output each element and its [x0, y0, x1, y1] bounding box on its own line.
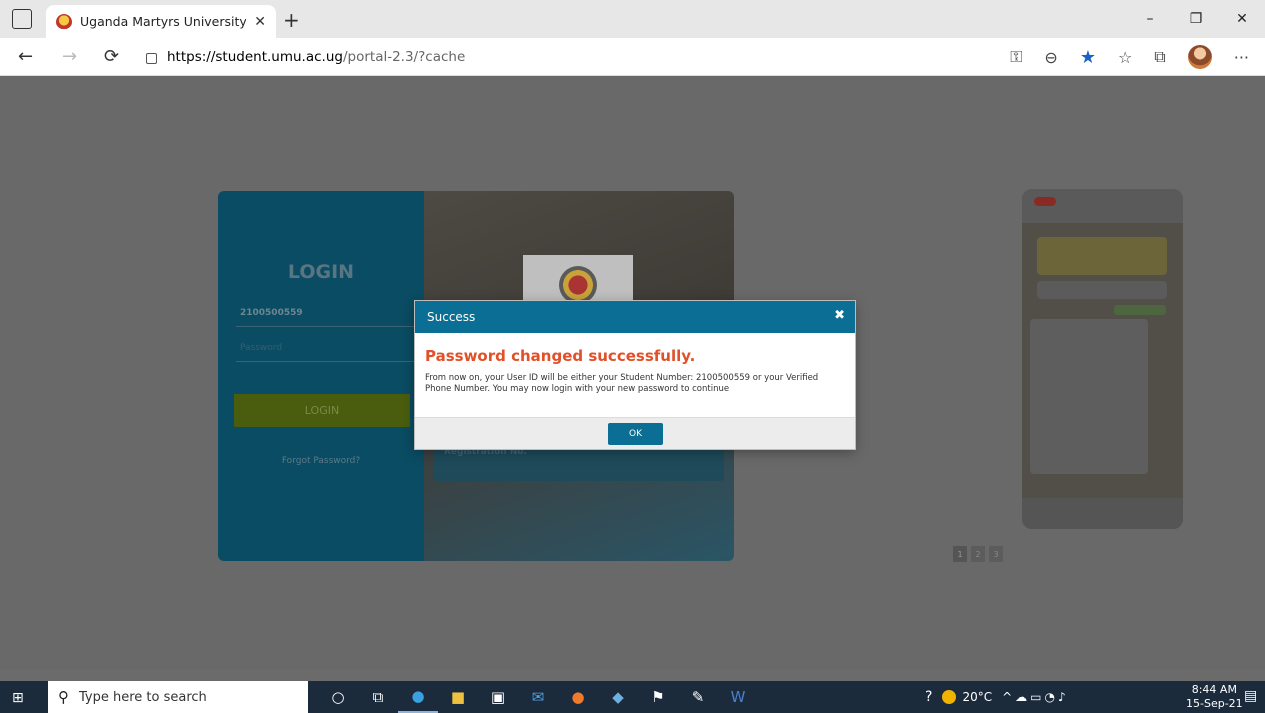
dialog-title: Success [427, 310, 476, 324]
url-host: https://student.umu.ac.ug [167, 49, 343, 65]
forward-arrow-icon[interactable]: → [62, 46, 77, 67]
minimize-button[interactable]: – [1127, 0, 1173, 38]
address-bar[interactable]: https://student.umu.ac.ug/portal-2.3/?ca… [140, 43, 1020, 71]
browser-tab[interactable]: Uganda Martyrs University :: Stud ✕ [46, 5, 276, 38]
login-button[interactable]: LOGIN [234, 394, 410, 427]
file-explorer-icon[interactable]: ■ [438, 681, 478, 713]
search-icon: ⚲ [58, 688, 69, 706]
phone-input-bar [1022, 498, 1183, 529]
task-view-icon[interactable]: ⧉ [358, 681, 398, 713]
crest-icon [559, 266, 597, 304]
dialog-message: From now on, your User ID will be either… [425, 373, 819, 394]
edge-browser-icon[interactable]: ● [398, 681, 438, 713]
whatsapp-phone-image [1022, 189, 1183, 529]
network-app-icon[interactable]: ⚑ [638, 681, 678, 713]
chat-bubble-info [1037, 281, 1167, 299]
store-icon[interactable]: ▣ [478, 681, 518, 713]
restore-button[interactable]: ❐ [1173, 0, 1219, 38]
tab-close-icon[interactable]: ✕ [254, 14, 266, 30]
url-text: https://student.umu.ac.ug/portal-2.3/?ca… [167, 49, 465, 65]
system-tray: ? 20°C ^☁▭◔♪ [925, 681, 1069, 713]
profile-avatar[interactable] [1187, 45, 1212, 69]
browser-tab-strip: Uganda Martyrs University :: Stud ✕ + – … [0, 0, 1265, 38]
pager-page-1[interactable]: 1 [953, 546, 967, 562]
chat-bubble-options [1030, 319, 1148, 474]
chat-bubble-notice [1037, 237, 1167, 275]
pager-page-2[interactable]: 2 [971, 546, 985, 562]
tab-title: Uganda Martyrs University :: Stud [80, 14, 247, 29]
new-tab-button[interactable]: + [283, 8, 300, 32]
zoom-icon[interactable]: ⊖ [1044, 48, 1057, 67]
dialog-header: Success ✖ [415, 301, 855, 333]
help-icon[interactable]: ? [925, 689, 932, 705]
dialog-heading: Password changed successfully. [425, 347, 696, 365]
cortana-icon[interactable]: ○ [318, 681, 358, 713]
pen-app-icon[interactable]: ✎ [678, 681, 718, 713]
clock-date: 15-Sep-21 [1186, 697, 1243, 710]
chat-bubble-menu [1114, 305, 1166, 315]
mail-icon[interactable]: ✉ [518, 681, 558, 713]
university-favicon-icon [56, 13, 72, 30]
windows-taskbar: ⊞ ⚲ Type here to search ○ ⧉ ● ■ ▣ ✉ ● ◆ … [0, 681, 1265, 713]
pager-page-3[interactable]: 3 [989, 546, 1003, 562]
clock-time: 8:44 AM [1191, 683, 1237, 696]
close-window-button[interactable]: ✕ [1219, 0, 1265, 38]
user-id-field[interactable]: 2100500559 [240, 308, 303, 318]
dialog-close-icon[interactable]: ✖ [834, 308, 845, 323]
firefox-icon[interactable]: ● [558, 681, 598, 713]
success-dialog: Success ✖ Password changed successfully.… [415, 301, 855, 449]
favorite-star-icon[interactable]: ★ [1080, 47, 1096, 68]
search-placeholder: Type here to search [79, 689, 207, 705]
weather-sun-icon [942, 690, 957, 704]
password-field-underline [236, 361, 416, 362]
window-controls: – ❐ ✕ [1127, 0, 1265, 38]
phone-chat [1022, 223, 1183, 498]
notifications-icon[interactable]: ▤ [1244, 688, 1257, 704]
taskbar-search[interactable]: ⚲ Type here to search [48, 681, 308, 713]
more-menu-icon[interactable]: ··· [1234, 48, 1249, 67]
user-field-underline [236, 326, 416, 327]
login-heading: LOGIN [287, 261, 355, 283]
favorites-list-icon[interactable]: ☆ [1118, 48, 1132, 67]
phone-badge [1034, 197, 1056, 206]
forgot-password-link[interactable]: Forgot Password? [218, 456, 424, 466]
taskbar-clock[interactable]: 8:44 AM 15-Sep-21 [1186, 683, 1243, 711]
login-panel: LOGIN 2100500559 Password LOGIN Forgot P… [218, 191, 424, 561]
url-path: /portal-2.3/?cache [342, 49, 466, 65]
tray-status-icons[interactable]: ^☁▭◔♪ [1002, 690, 1069, 704]
app-icon[interactable]: ◆ [598, 681, 638, 713]
browser-toolbar: ← → ⟳ https://student.umu.ac.ug/portal-2… [0, 38, 1265, 76]
word-icon[interactable]: W [718, 681, 758, 713]
weather-widget[interactable]: 20°C [942, 690, 992, 704]
toolbar-actions: ⚿ ⊖ ★ ☆ ⧉ ··· [1010, 45, 1249, 69]
collections-icon[interactable]: ⧉ [1154, 47, 1165, 67]
weather-temp: 20°C [962, 690, 993, 704]
windows-start-icon[interactable]: ⊞ [12, 690, 24, 706]
back-arrow-icon[interactable]: ← [18, 46, 33, 67]
ok-button[interactable]: OK [608, 423, 663, 445]
slide-pager: 1 2 3 [953, 546, 1003, 562]
password-field[interactable]: Password [240, 343, 282, 353]
refresh-icon[interactable]: ⟳ [104, 46, 119, 67]
phone-header [1022, 189, 1183, 223]
tab-actions-icon[interactable] [12, 9, 32, 29]
dialog-footer: OK [415, 417, 855, 449]
key-icon[interactable]: ⚿ [1010, 47, 1022, 67]
lock-icon [146, 53, 157, 64]
dialog-body: Password changed successfully. From now … [415, 333, 855, 417]
pinned-apps: ○ ⧉ ● ■ ▣ ✉ ● ◆ ⚑ ✎ W [318, 681, 758, 713]
